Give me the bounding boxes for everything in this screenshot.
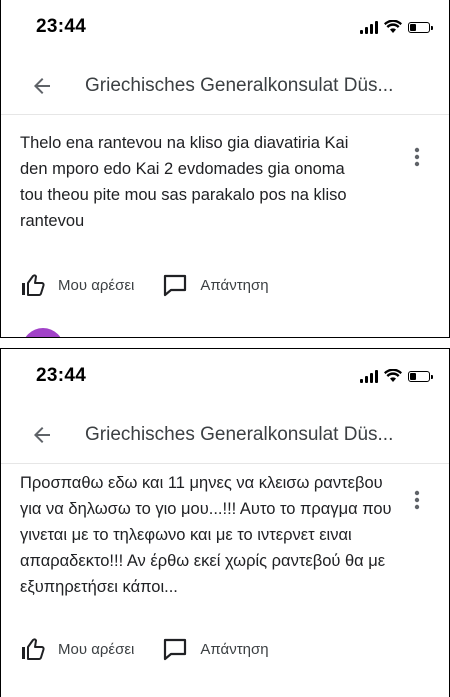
back-arrow-icon[interactable] [30, 74, 54, 98]
battery-icon [408, 370, 433, 382]
reply-label: Απάντηση [200, 640, 269, 658]
page-title: Griechisches Generalkonsulat Düs... [85, 75, 394, 96]
back-arrow-icon[interactable] [30, 423, 54, 447]
review-text: Thelo ena rantevou na kliso gia diavatir… [20, 134, 349, 230]
like-button[interactable]: Μου αρέσει [20, 273, 134, 297]
reply-button[interactable]: Απάντηση [162, 273, 269, 297]
thumb-up-icon [22, 274, 45, 296]
more-vert-icon[interactable] [410, 488, 424, 512]
status-bar: 23:44 [0, 0, 450, 58]
reply-comment-icon [164, 638, 187, 661]
review-text: Προσπαθω εδω και 11 μηνες να κλεισω ραντ… [20, 474, 392, 596]
battery-icon [408, 21, 433, 33]
page-title: Griechisches Generalkonsulat Düs... [85, 424, 394, 445]
thumb-up-icon [22, 638, 45, 660]
avatar [22, 328, 64, 338]
status-time: 23:44 [36, 365, 87, 386]
wifi-icon [384, 369, 402, 382]
wifi-icon [384, 20, 402, 33]
screenshot-divider [0, 338, 450, 348]
app-bar: Griechisches Generalkonsulat Düs... [1, 407, 449, 464]
screen-2: 23:44 Griechisches Generalkonsulat Düs..… [0, 348, 450, 697]
like-button[interactable]: Μου αρέσει [20, 637, 134, 661]
reply-comment-icon [164, 274, 187, 297]
status-icons [360, 20, 433, 34]
more-vert-icon[interactable] [410, 145, 424, 169]
signal-icon [360, 369, 378, 383]
reply-button[interactable]: Απάντηση [162, 637, 269, 661]
status-time: 23:44 [36, 16, 87, 37]
like-label: Μου αρέσει [58, 640, 135, 658]
review-actions: Μου αρέσει Απάντηση [20, 634, 297, 664]
review-actions: Μου αρέσει Απάντηση [20, 270, 297, 300]
status-bar: 23:44 [1, 349, 449, 407]
like-label: Μου αρέσει [58, 276, 135, 294]
app-bar: Griechisches Generalkonsulat Düs... [0, 58, 450, 115]
screen-1: 23:44 Griechisches Generalkonsulat Düs..… [0, 0, 450, 338]
signal-icon [360, 20, 378, 34]
status-icons [360, 369, 433, 383]
reply-label: Απάντηση [200, 276, 269, 294]
